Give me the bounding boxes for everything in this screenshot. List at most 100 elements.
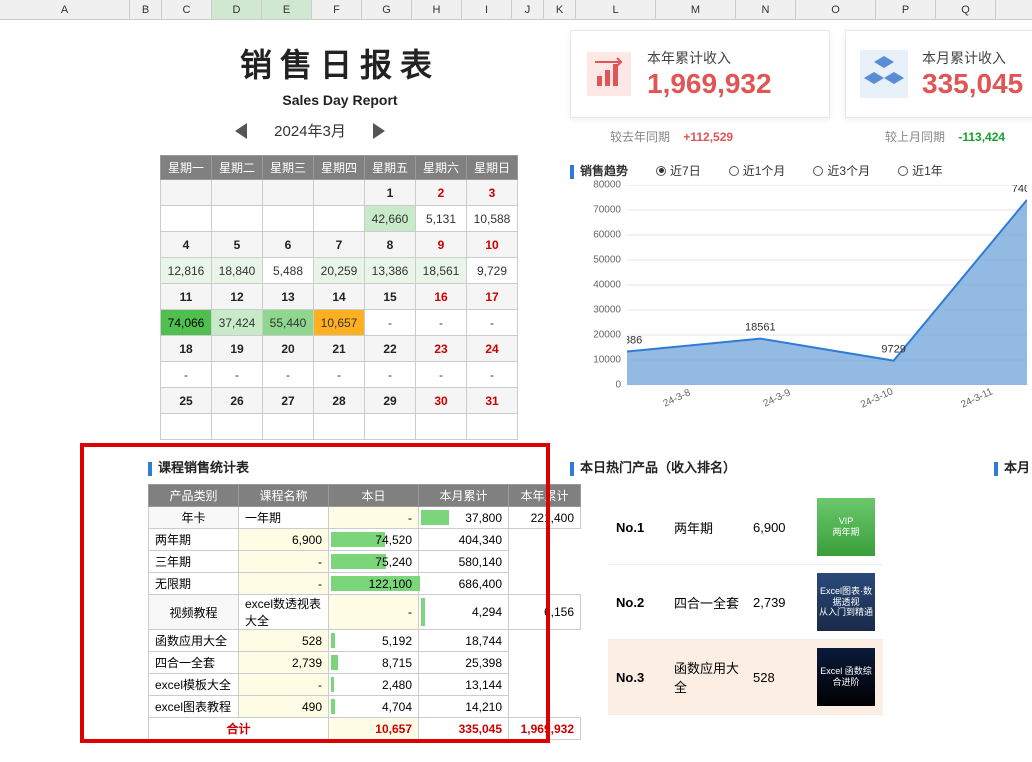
calendar-day[interactable]: 1 [365,180,416,206]
bar-chart-icon [585,50,633,98]
calendar-day[interactable]: 3 [467,180,518,206]
calendar-day[interactable]: 8 [365,232,416,258]
calendar-day[interactable]: 20 [263,336,314,362]
calendar-day[interactable]: 9 [416,232,467,258]
calendar-day[interactable]: 23 [416,336,467,362]
svg-text:13386: 13386 [627,335,642,347]
calendar-day[interactable]: 17 [467,284,518,310]
calendar-day[interactable]: 27 [263,388,314,414]
calendar-value: 13,386 [365,258,416,284]
col-header-N[interactable]: N [736,0,796,19]
rank-row[interactable]: No.3函数应用大全528Excel 函数综合进阶 [608,640,883,715]
trend-option-3[interactable]: 近1年 [898,162,943,179]
stats-row: excel模板大全-2,48013,144 [149,674,581,696]
col-header-C[interactable]: C [162,0,212,19]
calendar-day[interactable] [161,180,212,206]
trend-option-0[interactable]: 近7日 [656,162,701,179]
calendar-value [467,414,518,440]
kpi-month-compare: 较上月同期 -113,424 [885,128,1005,145]
calendar-day[interactable]: 12 [212,284,263,310]
rank-value: 528 [753,670,803,685]
calendar-day[interactable]: 15 [365,284,416,310]
stats-today: - [239,674,329,696]
calendar-day[interactable]: 14 [314,284,365,310]
stats-today: 6,900 [239,529,329,551]
calendar-value: 9,729 [467,258,518,284]
calendar-day[interactable]: 29 [365,388,416,414]
weekday-header: 星期六 [416,156,467,180]
stats-month: 2,480 [329,674,419,696]
col-header-Q[interactable]: Q [936,0,996,19]
col-header-I[interactable]: I [462,0,512,19]
calendar-day[interactable]: 4 [161,232,212,258]
calendar-day[interactable]: 25 [161,388,212,414]
kpi-year-card: 本年累计收入 1,969,932 [570,30,830,118]
rank-name: 两年期 [674,518,739,537]
stats-row: 视频教程excel数透视表大全-4,2946,156 [149,595,581,630]
calendar-day[interactable]: 21 [314,336,365,362]
col-header-L[interactable]: L [576,0,656,19]
rank-row[interactable]: No.2四合一全套2,739Excel图表·数据透视从入门到精通 [608,565,883,640]
stats-today: - [329,595,419,630]
col-header-K[interactable]: K [544,0,576,19]
report-title-block: 销售日报表 Sales Day Report [160,40,520,108]
calendar-value [263,414,314,440]
calendar-day[interactable] [263,180,314,206]
col-header-D[interactable]: D [212,0,262,19]
calendar-value: - [467,310,518,336]
rank-thumbnail: Excel图表·数据透视从入门到精通 [817,573,875,631]
calendar-value [212,206,263,232]
calendar-value: - [314,362,365,388]
trend-option-1[interactable]: 近1个月 [729,162,786,179]
col-header-M[interactable]: M [656,0,736,19]
stats-name: 函数应用大全 [149,630,239,652]
stats-year: 25,398 [419,652,509,674]
calendar-day[interactable]: 5 [212,232,263,258]
col-header-A[interactable]: A [0,0,130,19]
calendar-day[interactable]: 2 [416,180,467,206]
calendar-day[interactable]: 26 [212,388,263,414]
rank-row[interactable]: No.1两年期6,900VIP两年期 [608,490,883,565]
calendar-day[interactable]: 13 [263,284,314,310]
stats-today: 2,739 [239,652,329,674]
calendar-day[interactable]: 18 [161,336,212,362]
stats-name: excel数透视表大全 [239,595,329,630]
calendar-day[interactable] [314,180,365,206]
next-month-icon[interactable] [373,123,385,139]
report-title: 销售日报表 [160,40,520,86]
trend-option-2[interactable]: 近3个月 [813,162,870,179]
col-header-F[interactable]: F [312,0,362,19]
col-header-H[interactable]: H [412,0,462,19]
radio-icon [729,166,739,176]
calendar-day[interactable]: 11 [161,284,212,310]
col-header-O[interactable]: O [796,0,876,19]
hot2-section-title: 本月 [994,457,1030,476]
calendar-day[interactable]: 6 [263,232,314,258]
weekday-header: 星期四 [314,156,365,180]
calendar-day[interactable]: 10 [467,232,518,258]
stats-header: 课程名称 [239,485,329,507]
col-header-E[interactable]: E [262,0,312,19]
calendar-day[interactable] [212,180,263,206]
calendar-day[interactable]: 24 [467,336,518,362]
calendar-value: 5,131 [416,206,467,232]
stats-name: 三年期 [149,551,239,573]
calendar-day[interactable]: 16 [416,284,467,310]
stats-month: 74,520 [329,529,419,551]
radio-icon [656,166,666,176]
col-header-G[interactable]: G [362,0,412,19]
col-header-B[interactable]: B [130,0,162,19]
calendar-day[interactable]: 19 [212,336,263,362]
col-header-J[interactable]: J [512,0,544,19]
calendar-day[interactable]: 31 [467,388,518,414]
calendar-day[interactable]: 22 [365,336,416,362]
calendar-day[interactable]: 7 [314,232,365,258]
calendar-day[interactable]: 28 [314,388,365,414]
stats-header: 产品类别 [149,485,239,507]
prev-month-icon[interactable] [235,123,247,139]
col-header-P[interactable]: P [876,0,936,19]
month-navigator: 2024年3月 [225,120,395,141]
stats-row: 无限期-122,100686,400 [149,573,581,595]
calendar-value: - [416,310,467,336]
calendar-day[interactable]: 30 [416,388,467,414]
